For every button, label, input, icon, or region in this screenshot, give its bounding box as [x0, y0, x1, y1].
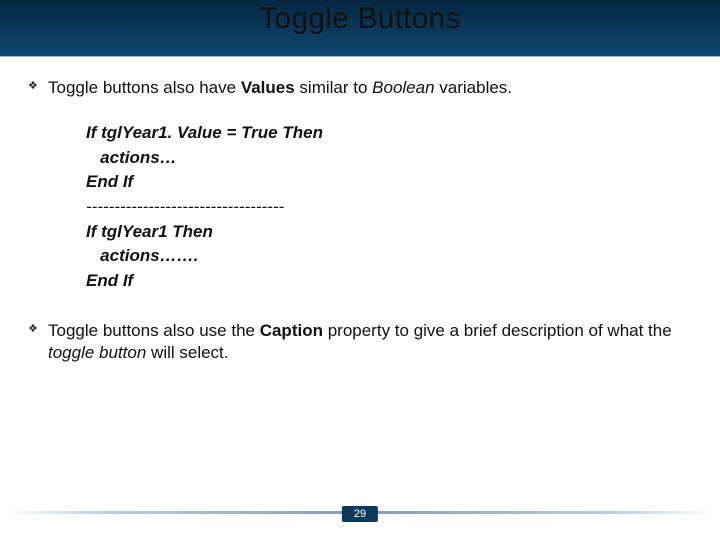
bullet-text: Toggle buttons also have Values similar … — [48, 77, 684, 99]
bold-text: Values — [241, 78, 295, 97]
slide: Toggle Buttons ❖ Toggle buttons also hav… — [0, 0, 720, 540]
italic-text: toggle button — [48, 343, 146, 362]
diamond-bullet-icon: ❖ — [28, 81, 42, 92]
code-line: If tglYear1. Value = True Then — [86, 121, 684, 146]
slide-body: ❖ Toggle buttons also have Values simila… — [0, 57, 720, 364]
bullet-item: ❖ Toggle buttons also use the Caption pr… — [28, 320, 684, 364]
code-block: If tglYear1. Value = True Then actions… … — [86, 121, 684, 293]
text-fragment: Toggle buttons also use the — [48, 321, 260, 340]
slide-header: Toggle Buttons — [0, 0, 720, 57]
text-fragment: property to give a brief description of … — [323, 321, 672, 340]
bold-text: Caption — [260, 321, 323, 340]
page-number: 29 — [342, 506, 378, 522]
code-separator: ----------------------------------- — [86, 195, 684, 220]
slide-title: Toggle Buttons — [0, 2, 720, 36]
text-fragment: will select. — [146, 343, 228, 362]
slide-footer: 29 — [0, 508, 720, 532]
text-fragment: similar to — [295, 78, 372, 97]
code-line: If tglYear1 Then — [86, 220, 684, 245]
code-line: End If — [86, 269, 684, 294]
code-line: actions……. — [86, 244, 684, 269]
diamond-bullet-icon: ❖ — [28, 324, 42, 335]
italic-text: Boolean — [372, 78, 434, 97]
bullet-text: Toggle buttons also use the Caption prop… — [48, 320, 684, 364]
bullet-item: ❖ Toggle buttons also have Values simila… — [28, 77, 684, 99]
text-fragment: Toggle buttons also have — [48, 78, 241, 97]
code-line: End If — [86, 170, 684, 195]
code-line: actions… — [86, 146, 684, 171]
text-fragment: variables. — [435, 78, 512, 97]
